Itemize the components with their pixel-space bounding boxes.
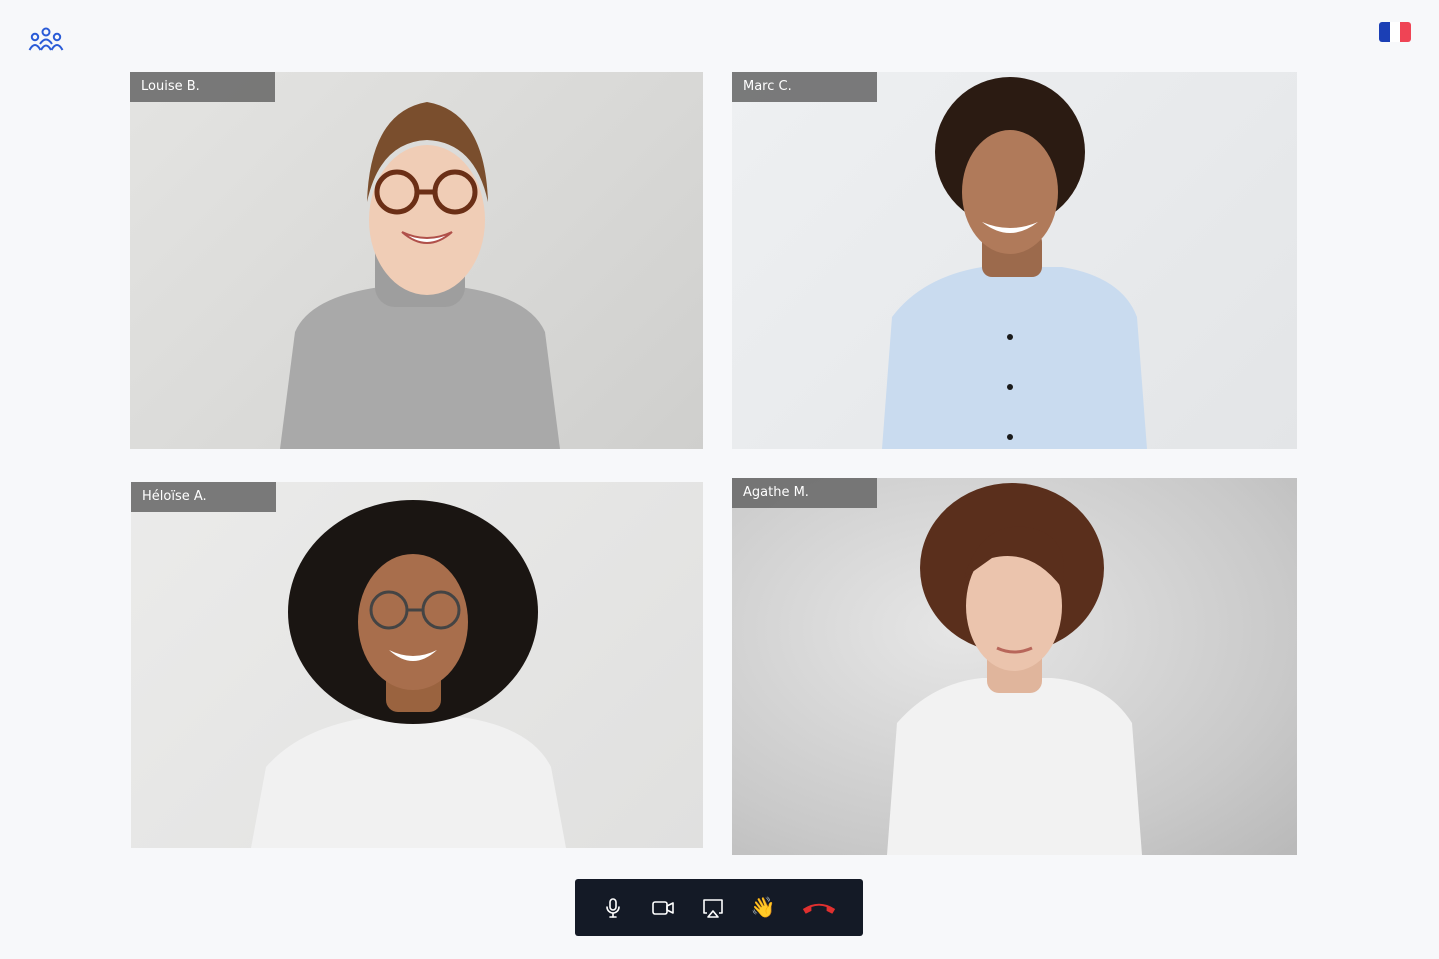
- raise-hand-button[interactable]: 👋: [749, 894, 777, 922]
- participant-name-tag: Héloïse A.: [131, 482, 276, 512]
- france-flag-icon[interactable]: [1379, 22, 1411, 42]
- screen-share-icon: [703, 898, 723, 918]
- participant-video: [882, 77, 1147, 449]
- participant-video: [251, 500, 566, 848]
- call-controls-bar: 👋: [575, 879, 863, 936]
- hang-up-phone-icon: [802, 903, 836, 914]
- video-tile[interactable]: Agathe M.: [732, 478, 1297, 855]
- microphone-button[interactable]: [599, 894, 627, 922]
- video-camera-icon: [652, 900, 674, 915]
- participant-video: [280, 102, 560, 449]
- waving-hand-icon: 👋: [750, 896, 776, 919]
- participant-name-tag: Marc C.: [732, 72, 877, 102]
- participant-name-tag: Louise B.: [130, 72, 275, 102]
- camera-button[interactable]: [649, 894, 677, 922]
- hang-up-button[interactable]: [799, 894, 839, 922]
- video-tile[interactable]: Louise B.: [130, 72, 703, 449]
- people-group-icon[interactable]: [28, 26, 64, 54]
- screen-share-button[interactable]: [699, 894, 727, 922]
- participant-video: [887, 483, 1142, 855]
- video-tile[interactable]: Marc C.: [732, 72, 1297, 449]
- participant-name-tag: Agathe M.: [732, 478, 877, 508]
- video-tile[interactable]: Héloïse A.: [131, 482, 703, 848]
- microphone-icon: [606, 897, 620, 918]
